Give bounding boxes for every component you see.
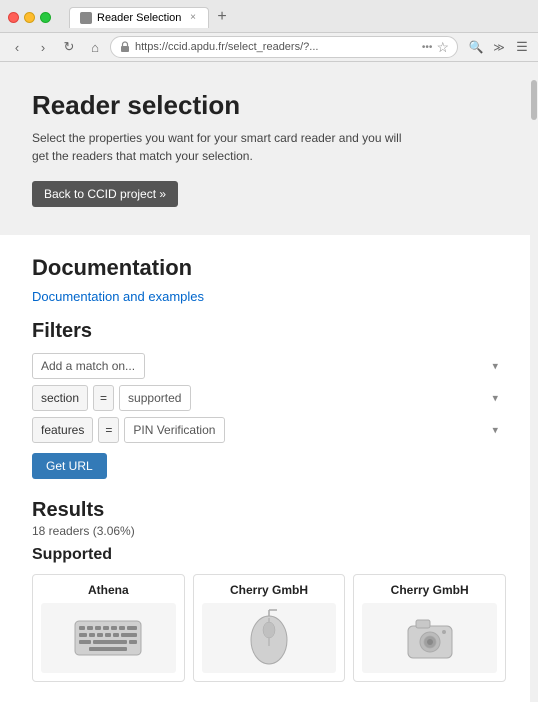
reader-card-cherry-2[interactable]: Cherry GmbH: [353, 574, 506, 682]
reader-card-athena[interactable]: Athena: [32, 574, 185, 682]
reader-image-cherry-1: [202, 603, 337, 673]
lock-icon: [119, 41, 131, 53]
reader-name-athena: Athena: [41, 583, 176, 597]
documentation-link[interactable]: Documentation and examples: [32, 289, 204, 304]
reader-name-cherry-2: Cherry GmbH: [362, 583, 497, 597]
minimize-window-button[interactable]: [24, 12, 35, 23]
maximize-window-button[interactable]: [40, 12, 51, 23]
filter2-value-wrapper: PIN Verification: [124, 417, 506, 443]
get-url-button[interactable]: Get URL: [32, 453, 107, 479]
page-content: Reader selection Select the properties y…: [0, 62, 538, 702]
add-match-select[interactable]: Add a match on...: [32, 353, 145, 379]
nav-icons-group: 🔍 ≫ ☰: [466, 37, 532, 57]
filters-title: Filters: [32, 320, 506, 343]
scrollbar-track: [530, 70, 538, 702]
extensions-icon[interactable]: ≫: [489, 37, 509, 57]
address-bar[interactable]: https://ccid.apdu.fr/select_readers/?...…: [110, 36, 458, 58]
browser-window: Reader Selection × + ‹ › ↻ ⌂ https://cci…: [0, 0, 538, 702]
filter1-value-wrapper: supported: [119, 385, 506, 411]
hero-description: Select the properties you want for your …: [32, 129, 412, 165]
close-window-button[interactable]: [8, 12, 19, 23]
mouse-image-icon: [242, 608, 297, 668]
tab-favicon-icon: [80, 12, 92, 24]
refresh-button[interactable]: ↻: [58, 36, 80, 58]
title-bar: Reader Selection × +: [0, 0, 538, 32]
back-to-ccid-button[interactable]: Back to CCID project »: [32, 181, 178, 207]
reader-grid: Athena: [32, 574, 506, 682]
navigation-bar: ‹ › ↻ ⌂ https://ccid.apdu.fr/select_read…: [0, 32, 538, 61]
filter2-tag: features: [32, 417, 93, 443]
menu-icon[interactable]: ☰: [512, 37, 532, 57]
filter1-tag: section: [32, 385, 88, 411]
browser-chrome: Reader Selection × + ‹ › ↻ ⌂ https://cci…: [0, 0, 538, 62]
tab-bar: Reader Selection × +: [61, 6, 241, 28]
filter-row-2: features = PIN Verification: [32, 417, 506, 443]
new-tab-button[interactable]: +: [211, 6, 233, 28]
keyboard-image-icon: [73, 613, 143, 663]
camera-image-icon: [400, 608, 460, 668]
results-section: Results 18 readers (3.06%) Supported Ath…: [32, 499, 506, 682]
results-count: 18 readers (3.06%): [32, 524, 506, 538]
reader-image-cherry-2: [362, 603, 497, 673]
page-title: Reader selection: [32, 90, 506, 121]
reader-name-cherry-1: Cherry GmbH: [202, 583, 337, 597]
filter-row-1: section = supported: [32, 385, 506, 411]
traffic-lights: [8, 12, 51, 23]
documentation-title: Documentation: [32, 255, 506, 281]
main-section: Documentation Documentation and examples…: [0, 235, 538, 702]
add-match-row: Add a match on...: [32, 353, 506, 379]
add-match-wrapper: Add a match on...: [32, 353, 506, 379]
filter2-operator[interactable]: =: [98, 417, 119, 443]
bookmark-icon[interactable]: ☆: [436, 39, 449, 56]
filter1-operator[interactable]: =: [93, 385, 114, 411]
filter1-value-select[interactable]: supported: [119, 385, 191, 411]
tab-title: Reader Selection: [97, 12, 181, 24]
tab-close-button[interactable]: ×: [188, 12, 198, 23]
results-title: Results: [32, 499, 506, 522]
filters-section: Filters Add a match on... section =: [32, 320, 506, 479]
address-dots: •••: [422, 42, 433, 53]
home-button[interactable]: ⌂: [84, 36, 106, 58]
back-button[interactable]: ‹: [6, 36, 28, 58]
documentation-section: Documentation Documentation and examples: [32, 255, 506, 304]
scrollbar-thumb[interactable]: [531, 80, 537, 120]
filter2-value-select[interactable]: PIN Verification: [124, 417, 225, 443]
search-icon[interactable]: 🔍: [466, 37, 486, 57]
hero-section: Reader selection Select the properties y…: [0, 62, 538, 235]
supported-title: Supported: [32, 546, 506, 564]
forward-button[interactable]: ›: [32, 36, 54, 58]
reader-card-cherry-1[interactable]: Cherry GmbH: [193, 574, 346, 682]
reader-image-athena: [41, 603, 176, 673]
address-text: https://ccid.apdu.fr/select_readers/?...: [135, 41, 418, 53]
browser-tab-active[interactable]: Reader Selection ×: [69, 7, 209, 28]
